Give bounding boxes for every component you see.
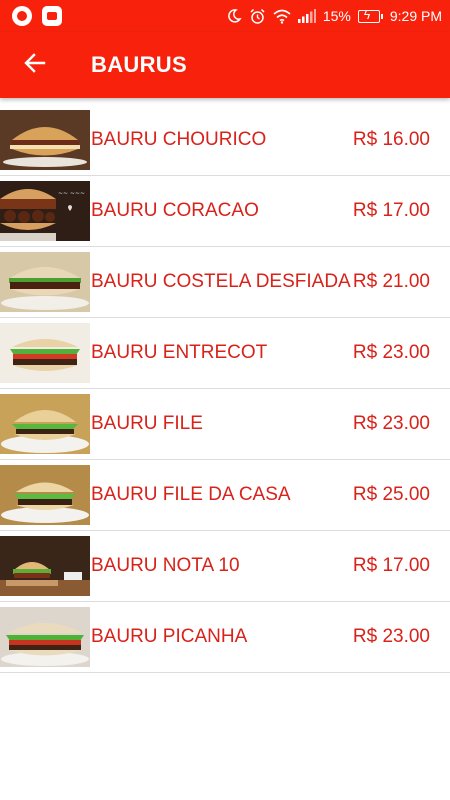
battery-charging-icon: [357, 8, 383, 23]
item-price: R$ 16.00: [352, 129, 430, 150]
product-photo: [0, 252, 90, 312]
alarm-icon: [249, 8, 266, 25]
product-photo: [0, 110, 90, 170]
item-price: R$ 23.00: [352, 342, 430, 363]
list-item[interactable]: BAURU FILE R$ 23.00: [0, 389, 450, 460]
status-time: 9:29 PM: [389, 8, 442, 24]
status-bar: 15% 9:29 PM: [0, 0, 450, 32]
item-price: R$ 21.00: [352, 271, 430, 292]
do-not-disturb-icon: [226, 8, 242, 24]
product-photo: [0, 465, 90, 525]
arrow-back-icon: [24, 52, 46, 79]
item-price: R$ 17.00: [352, 555, 430, 576]
list-item[interactable]: BAURU COSTELA DESFIADA R$ 21.00: [0, 247, 450, 318]
item-price: R$ 23.00: [352, 413, 430, 434]
product-photo: [0, 536, 90, 596]
product-photo: [0, 607, 90, 667]
list-item[interactable]: BAURU ENTRECOT R$ 23.00: [0, 318, 450, 389]
item-price: R$ 17.00: [352, 200, 430, 221]
app-bar: BAURUS: [0, 32, 450, 98]
product-list: BAURU CHOURICO R$ 16.00 ~~ ~~~ BAURU COR…: [0, 105, 450, 673]
product-photo: ~~ ~~~: [0, 181, 90, 241]
product-photo: [0, 394, 90, 454]
list-item[interactable]: ~~ ~~~ BAURU CORACAO R$ 17.00: [0, 176, 450, 247]
svg-text:~~ ~~~: ~~ ~~~: [58, 190, 85, 197]
battery-percent: 15%: [322, 8, 351, 24]
list-item[interactable]: BAURU FILE DA CASA R$ 25.00: [0, 460, 450, 531]
back-button[interactable]: [0, 32, 70, 98]
list-item[interactable]: BAURU NOTA 10 R$ 17.00: [0, 531, 450, 602]
signal-icon: [297, 9, 316, 23]
product-photo: [0, 323, 90, 383]
mi-app-icon: [42, 6, 62, 26]
page-title: BAURUS: [91, 52, 187, 77]
notification-app-icon: [12, 6, 32, 26]
wifi-icon: [273, 9, 291, 24]
item-price: R$ 25.00: [352, 484, 430, 505]
list-item[interactable]: BAURU PICANHA R$ 23.00: [0, 602, 450, 673]
item-price: R$ 23.00: [352, 626, 430, 647]
list-item[interactable]: BAURU CHOURICO R$ 16.00: [0, 105, 450, 176]
